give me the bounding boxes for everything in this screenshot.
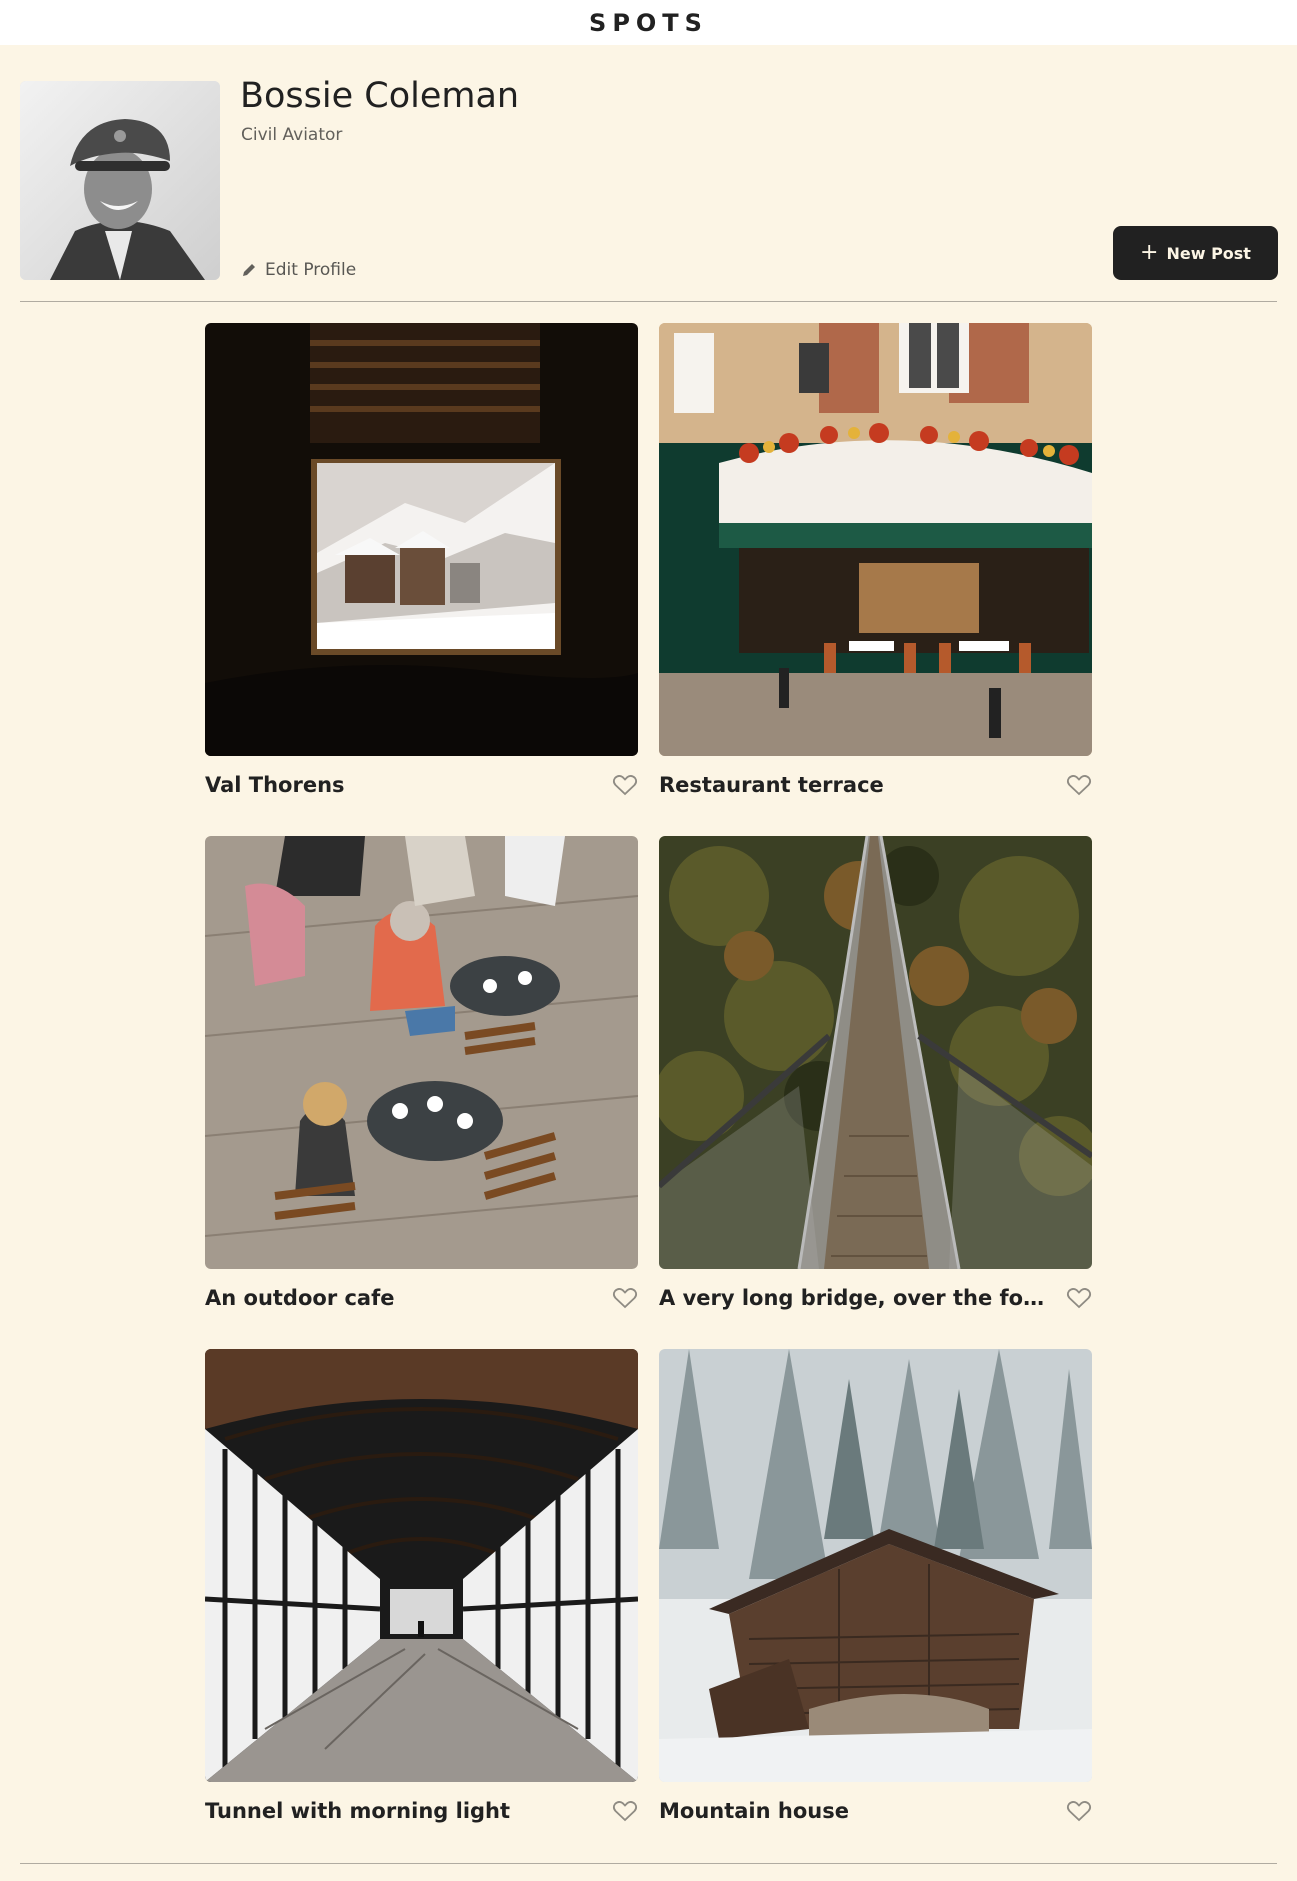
card: Mountain house	[659, 1349, 1092, 1829]
card-image[interactable]	[205, 1349, 638, 1782]
card-caption-row: Restaurant terrace	[659, 770, 1092, 800]
cards-grid: Val Thorens Restaurant terrace An outdoo…	[0, 0, 1297, 1881]
card-caption-row: Val Thorens	[205, 770, 638, 800]
card: Tunnel with morning light	[205, 1349, 638, 1829]
card-caption-row: Mountain house	[659, 1796, 1092, 1826]
card: Restaurant terrace	[659, 323, 1092, 803]
heart-outline-icon[interactable]	[612, 773, 638, 797]
card-title: Tunnel with morning light	[205, 1799, 511, 1823]
footer-divider	[20, 1863, 1277, 1864]
card-caption-row: Tunnel with morning light	[205, 1796, 638, 1826]
card-title: An outdoor cafe	[205, 1286, 395, 1310]
heart-outline-icon[interactable]	[612, 1799, 638, 1823]
card-image[interactable]	[205, 836, 638, 1269]
card-image[interactable]	[205, 323, 638, 756]
card-caption-row: A very long bridge, over the forest	[659, 1283, 1092, 1313]
heart-outline-icon[interactable]	[1066, 1286, 1092, 1310]
card-image[interactable]	[659, 1349, 1092, 1782]
card: A very long bridge, over the forest	[659, 836, 1092, 1316]
card-image[interactable]	[659, 836, 1092, 1269]
card-title: A very long bridge, over the forest	[659, 1286, 1049, 1310]
card-title: Val Thorens	[205, 773, 345, 797]
card: Val Thorens	[205, 323, 638, 803]
heart-outline-icon[interactable]	[1066, 773, 1092, 797]
card-title: Restaurant terrace	[659, 773, 884, 797]
card: An outdoor cafe	[205, 836, 638, 1316]
heart-outline-icon[interactable]	[1066, 1799, 1092, 1823]
heart-outline-icon[interactable]	[612, 1286, 638, 1310]
card-title: Mountain house	[659, 1799, 849, 1823]
card-image[interactable]	[659, 323, 1092, 756]
card-caption-row: An outdoor cafe	[205, 1283, 638, 1313]
